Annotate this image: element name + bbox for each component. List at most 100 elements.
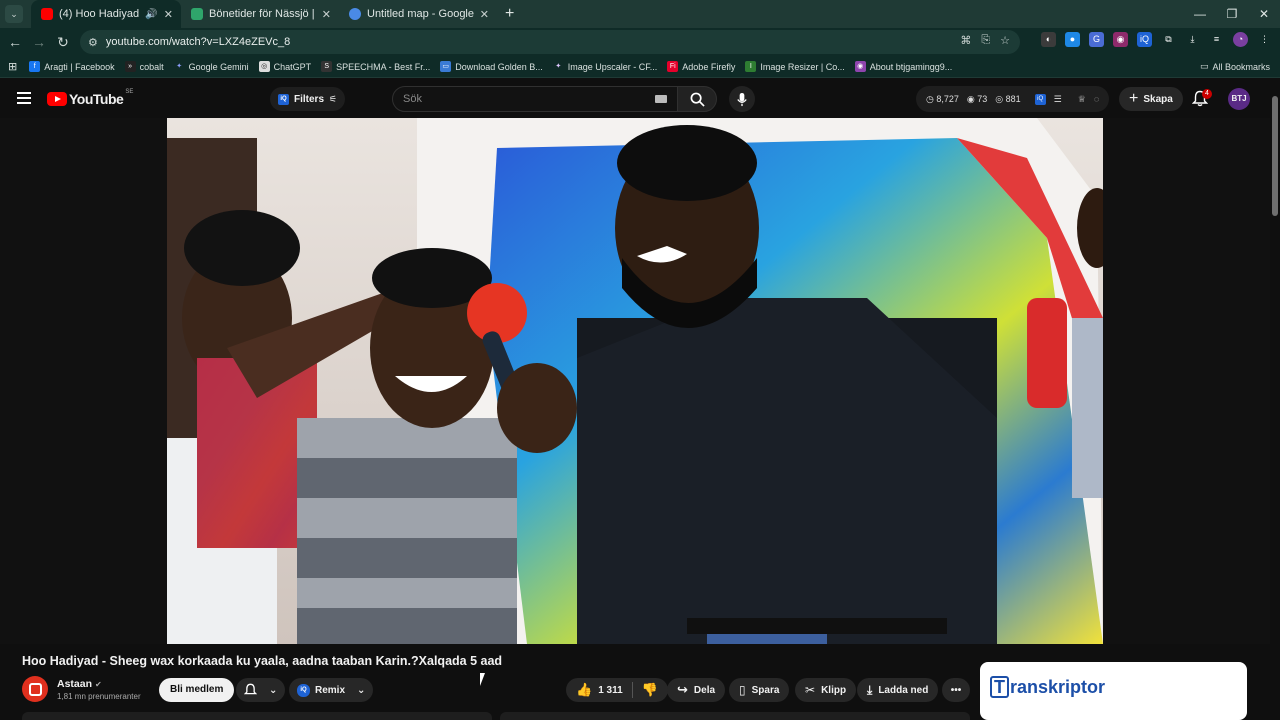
bookmark-item[interactable]: I Image Resizer | Co... <box>745 61 845 72</box>
bookmark-item[interactable]: ▭ Download Golden B... <box>440 61 543 72</box>
tab-youtube[interactable]: (4) Hoo Hadiyad - Sheeg w 🔊 ✕ <box>31 0 181 28</box>
save-button[interactable]: ▯ Spara <box>729 678 790 702</box>
stat-eye: ◎ 881 <box>995 93 1021 104</box>
download-button[interactable]: ⤓ Ladda ned <box>857 678 939 702</box>
forward-icon[interactable]: → <box>27 34 51 50</box>
apps-grid-icon[interactable]: ⊞ <box>8 60 17 73</box>
extension-2-icon[interactable]: ● <box>1065 32 1080 47</box>
google-earth-favicon-icon <box>349 8 361 20</box>
tab-google-earth[interactable]: Untitled map - Google Earth ✕ <box>339 0 497 28</box>
tab-islam-nu[interactable]: Bönetider för Nässjö | Islam.nu ✕ <box>181 0 339 28</box>
like-button[interactable]: 👍 1 311 <box>576 682 623 698</box>
video-player[interactable] <box>167 118 1103 644</box>
close-tab-icon[interactable]: ✕ <box>480 8 489 21</box>
twitch-icon: ◉ <box>854 61 866 72</box>
share-button[interactable]: ↪ Dela <box>667 678 726 702</box>
extension-3-icon[interactable]: G <box>1089 32 1104 47</box>
microphone-icon <box>737 92 747 106</box>
extension-5-icon[interactable]: iQ <box>1137 32 1152 47</box>
clip-button[interactable]: ✂ Klipp <box>795 678 857 702</box>
iq-icon[interactable]: iQ <box>1034 93 1046 105</box>
create-button[interactable]: + Skapa <box>1119 87 1183 111</box>
astaan-logo-icon <box>28 682 42 696</box>
speaker-icon[interactable]: 🔊 <box>145 9 157 20</box>
site-info-icon[interactable]: ⚙ <box>88 36 98 49</box>
transkriptor-overlay[interactable]: Transkriptor <box>980 662 1247 720</box>
extension-1-icon[interactable]: ◐ <box>1041 32 1056 47</box>
bookmark-item[interactable]: ✦ Google Gemini <box>174 61 248 72</box>
address-bar-row: ← → ↻ ⚙ youtube.com/watch?v=LXZ4eZEVc_8 … <box>0 28 1280 56</box>
search-input[interactable]: Sök <box>392 86 678 112</box>
maximize-icon[interactable]: ❐ <box>1216 0 1248 28</box>
voice-search-button[interactable] <box>729 86 755 112</box>
menu-icon[interactable]: ⋮ <box>1257 32 1272 47</box>
islam-nu-favicon-icon <box>191 8 203 20</box>
golden-icon: ▭ <box>440 61 452 72</box>
bookmark-item[interactable]: ◎ ChatGPT <box>258 61 311 72</box>
folder-icon: ▭ <box>1199 61 1209 71</box>
profile-icon[interactable]: ◔ <box>1233 32 1248 47</box>
stat-views: ◉ 73 <box>966 93 988 104</box>
all-bookmarks[interactable]: ▭ All Bookmarks <box>1200 61 1270 72</box>
bookmarks-bar: ⊞ f Aragti | Facebook » cobalt ✦ Google Gem… <box>0 56 1280 78</box>
keyboard-icon[interactable] <box>655 95 667 103</box>
extension-stats-pill[interactable]: ◷ 8,727 ◉ 73 ◎ 881 iQ ☰ ♕ ◌ <box>916 86 1110 112</box>
tab-label: Untitled map - Google Earth <box>367 8 474 20</box>
reload-icon[interactable]: ↻ <box>51 34 75 51</box>
chat-icon[interactable]: ◌ <box>1094 94 1099 104</box>
extensions-puzzle-icon[interactable]: ⧉ <box>1161 32 1176 47</box>
award-icon[interactable]: ♕ <box>1078 94 1086 105</box>
channel-name[interactable]: Astaan <box>57 678 92 690</box>
tab-search-button[interactable]: ⌄ <box>5 5 23 23</box>
translate-icon[interactable]: ⌘ <box>960 34 971 47</box>
install-icon[interactable]: ⎘ <box>981 34 990 47</box>
minimize-icon[interactable]: — <box>1184 0 1216 28</box>
youtube-favicon-icon <box>41 8 53 20</box>
remix-button[interactable]: iQ Remix ⌄ <box>289 678 374 702</box>
notification-count-badge: 4 <box>1202 89 1212 99</box>
image-resizer-icon: I <box>745 61 757 72</box>
hamburger-menu-icon[interactable] <box>17 92 31 104</box>
bookmark-item[interactable]: ◉ About btjgamingg9... <box>854 61 952 72</box>
media-icon[interactable]: ≡ <box>1209 32 1224 47</box>
bookmark-item[interactable]: » cobalt <box>124 61 164 72</box>
close-tab-icon[interactable]: ✕ <box>164 8 173 21</box>
more-actions-button[interactable]: ••• <box>942 678 970 702</box>
channel-info[interactable]: Astaan ✔ 1,81 mn prenumeranter <box>22 676 141 702</box>
close-window-icon[interactable]: ✕ <box>1248 0 1280 28</box>
channel-avatar[interactable] <box>22 676 48 702</box>
new-tab-button[interactable]: + <box>505 5 514 23</box>
search-button[interactable] <box>677 86 717 112</box>
extension-4-icon[interactable]: ◉ <box>1113 32 1128 47</box>
filters-button[interactable]: iQ Filters ⚟ <box>270 87 346 111</box>
divider <box>631 682 633 698</box>
bookmark-star-icon[interactable]: ☆ <box>1000 34 1010 47</box>
comment-box-edge <box>22 712 492 720</box>
bell-icon <box>244 683 257 695</box>
extensions-row: ◐ ● G ◉ iQ ⧉ ⤓ ≡ ◔ ⋮ <box>1041 32 1272 47</box>
join-button[interactable]: Bli medlem <box>159 678 235 702</box>
url-field[interactable]: ⚙ youtube.com/watch?v=LXZ4eZEVc_8 ⌘ ⎘ ☆ <box>80 30 1020 54</box>
scrollbar-thumb[interactable] <box>1272 96 1278 216</box>
list-icon[interactable]: ☰ <box>1054 94 1062 105</box>
download-icon[interactable]: ⤓ <box>1185 32 1200 47</box>
search-icon <box>690 92 705 107</box>
description-box-edge <box>500 712 970 720</box>
youtube-logo[interactable]: YouTube SE <box>47 89 133 107</box>
cobalt-icon: » <box>124 61 136 72</box>
bookmark-icon: ▯ <box>739 683 746 697</box>
thumbs-up-icon: 👍 <box>576 682 593 697</box>
like-dislike-group: 👍 1 311 👎 <box>566 678 668 702</box>
download-arrow-icon: ⤓ <box>867 682 873 697</box>
close-tab-icon[interactable]: ✕ <box>322 8 331 21</box>
bookmark-item[interactable]: ✦ Image Upscaler - CF... <box>553 61 657 72</box>
bookmark-item[interactable]: f Aragti | Facebook <box>29 61 115 72</box>
search-placeholder: Sök <box>403 93 422 105</box>
account-avatar[interactable]: BTJ <box>1228 88 1250 110</box>
subscription-bell-button[interactable]: ⌄ <box>236 678 286 702</box>
bookmark-item[interactable]: Fi Adobe Firefly <box>667 61 735 72</box>
subscriber-count: 1,81 mn prenumeranter <box>57 691 141 701</box>
back-icon[interactable]: ← <box>3 34 27 50</box>
bookmark-item[interactable]: S SPEECHMA - Best Fr... <box>321 61 430 72</box>
dislike-button[interactable]: 👎 <box>642 682 658 698</box>
